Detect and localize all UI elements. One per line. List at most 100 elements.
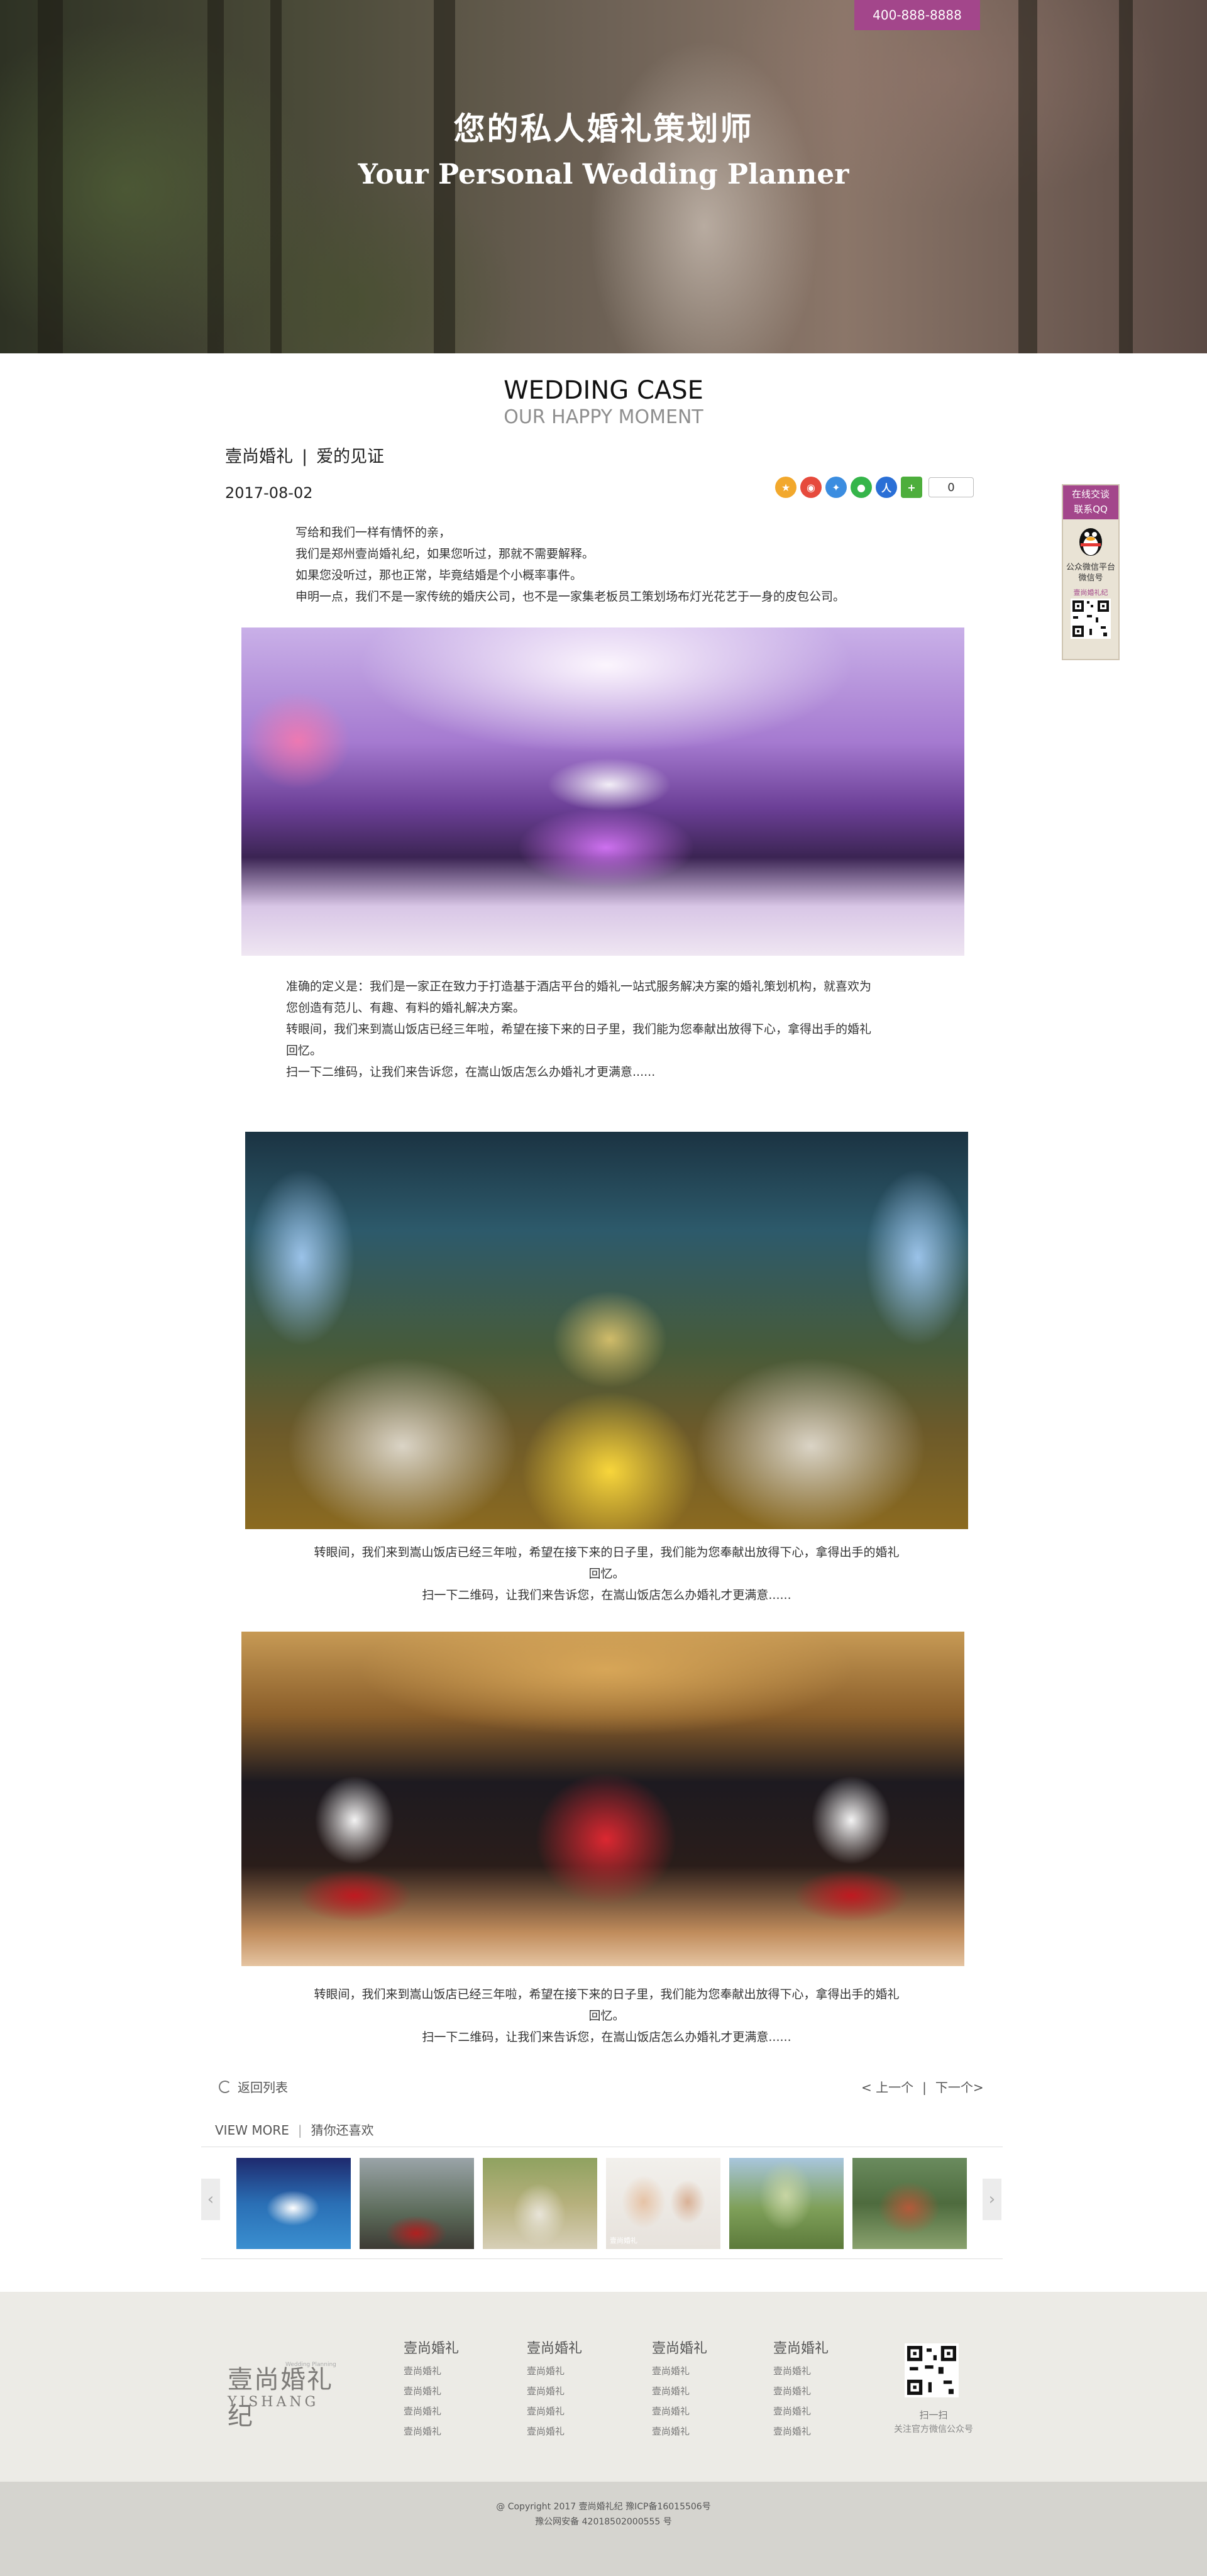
footer-qr-caption-2: 关注官方微信公众号: [894, 2424, 973, 2435]
breadcrumb-brand[interactable]: 壹尚婚礼: [225, 447, 293, 467]
pager: < 上一个 | 下一个>: [861, 2077, 984, 2096]
related-thumbnail[interactable]: 壹尚婚礼: [606, 2158, 720, 2249]
body-line: 准确的定义是：我们是一家正在致力于打造基于酒店平台的婚礼一站式服务解决方案的婚礼…: [286, 980, 872, 993]
photo-caption-2: 转眼间，我们来到嵩山饭店已经三年啦，希望在接下来的日子里，我们能为您奉献出放得下…: [295, 1542, 918, 1606]
intro-line: 我们是郑州壹尚婚礼纪，如果您听过，那就不需要解释。: [295, 547, 595, 561]
section-subtitle: OUR HAPPY MOMENT: [504, 406, 703, 428]
back-to-list-label: 返回列表: [238, 2080, 288, 2095]
footer-link[interactable]: 壹尚婚礼: [652, 2381, 740, 2401]
footer-column: 壹尚婚礼 壹尚婚礼 壹尚婚礼 壹尚婚礼 壹尚婚礼: [652, 2337, 740, 2441]
body-line: 扫一下二维码，让我们来告诉您，在嵩山饭店怎么办婚礼才更满意......: [286, 1065, 656, 1079]
caption-line: 转眼间，我们来到嵩山饭店已经三年啦，希望在接下来的日子里，我们能为您奉献出放得下…: [314, 1987, 900, 2001]
hero-title-cn: 您的私人婚礼策划师: [453, 110, 754, 147]
article-intro: 写给和我们一样有情怀的亲， 我们是郑州壹尚婚礼纪，如果您听过，那就不需要解释。 …: [295, 522, 924, 607]
related-separator: |: [297, 2123, 302, 2138]
hero-title-en: Your Personal Wedding Planner: [358, 158, 849, 191]
related-thumbnail[interactable]: [483, 2158, 597, 2249]
wechat-platform-label: 公众微信平台: [1066, 563, 1115, 572]
divider: [201, 2258, 1003, 2259]
footer-column-title[interactable]: 壹尚婚礼: [527, 2337, 615, 2357]
phone-badge[interactable]: 400-888-8888: [854, 0, 980, 30]
footer-logo[interactable]: 壹尚婚礼纪 Wedding Planning YISHANG: [228, 2359, 341, 2431]
footer-link[interactable]: 壹尚婚礼: [773, 2361, 861, 2381]
wedding-hall-photo-red: [241, 1632, 964, 1966]
article-body: 准确的定义是：我们是一家正在致力于打造基于酒店平台的婚礼一站式服务解决方案的婚礼…: [286, 976, 915, 1083]
footer-link[interactable]: 壹尚婚礼: [652, 2361, 740, 2381]
pager-separator: |: [922, 2080, 927, 2095]
footer-link[interactable]: 壹尚婚礼: [404, 2421, 492, 2441]
footer-column-title[interactable]: 壹尚婚礼: [773, 2337, 861, 2357]
related-thumbnail[interactable]: [360, 2158, 474, 2249]
footer-link[interactable]: 壹尚婚礼: [404, 2381, 492, 2401]
qzone-icon[interactable]: ★: [775, 477, 796, 498]
caption-line: 扫一下二维码，让我们来告诉您，在嵩山饭店怎么办婚礼才更满意......: [422, 2030, 791, 2044]
view-more-link[interactable]: VIEW MORE: [215, 2123, 289, 2138]
footer-column-title[interactable]: 壹尚婚礼: [652, 2337, 740, 2357]
section-title: WEDDING CASE: [504, 376, 703, 405]
weibo-icon[interactable]: ◉: [800, 477, 822, 498]
post-date: 2017-08-02: [225, 484, 313, 502]
footer-qr-code: [905, 2343, 959, 2397]
share-bar: ★ ◉ ✦ ● 人 + 0: [775, 477, 974, 498]
intro-line: 写给和我们一样有情怀的亲，: [295, 526, 451, 539]
share-count: 0: [929, 477, 974, 497]
prev-post-link[interactable]: < 上一个: [861, 2080, 913, 2095]
related-thumbnail[interactable]: [236, 2158, 351, 2249]
footer-link[interactable]: 壹尚婚礼: [652, 2401, 740, 2421]
intro-line: 如果您没听过，那也正常，毕竟结婚是个小概率事件。: [295, 568, 583, 582]
qq-penguin-icon[interactable]: [1077, 524, 1105, 557]
caption-line: 回忆。: [588, 1567, 625, 1581]
intro-line: 申明一点，我们不是一家传统的婚庆公司，也不是一家集老板员工策划场布灯光花艺于一身…: [295, 590, 846, 604]
next-post-link[interactable]: 下一个>: [935, 2080, 984, 2095]
footer-link[interactable]: 壹尚婚礼: [527, 2361, 615, 2381]
icp-record-text: 豫公网安备 42018502000555 号: [535, 2517, 672, 2527]
back-to-list-link[interactable]: 返回列表: [219, 2077, 288, 2096]
footer-link[interactable]: 壹尚婚礼: [773, 2421, 861, 2441]
tencent-weibo-icon[interactable]: ✦: [825, 477, 847, 498]
wechat-qr-code: [1071, 599, 1111, 639]
footer-qr-caption-1: 扫一扫: [919, 2409, 948, 2421]
copyright-text: @ Copyright 2017 壹尚婚礼纪 豫ICP备16015506号: [496, 2502, 711, 2512]
copyright-band: [0, 2482, 1207, 2576]
side-widget-header[interactable]: 在线交谈 联系QQ: [1063, 485, 1118, 519]
footer-link[interactable]: 壹尚婚礼: [773, 2381, 861, 2401]
side-widget-line-2: 联系QQ: [1074, 504, 1108, 515]
footer-link[interactable]: 壹尚婚礼: [773, 2401, 861, 2421]
related-thumbnail[interactable]: [729, 2158, 844, 2249]
footer-link[interactable]: 壹尚婚礼: [404, 2361, 492, 2381]
caption-line: 回忆。: [588, 2009, 625, 2023]
wechat-id-label: 微信号: [1078, 573, 1103, 583]
footer-link[interactable]: 壹尚婚礼: [527, 2421, 615, 2441]
body-line: 回忆。: [286, 1044, 322, 1058]
wedding-hall-photo-purple: [241, 627, 964, 956]
footer-column: 壹尚婚礼 壹尚婚礼 壹尚婚礼 壹尚婚礼 壹尚婚礼: [527, 2337, 615, 2441]
footer-link[interactable]: 壹尚婚礼: [527, 2401, 615, 2421]
thumbnail-watermark: 壹尚婚礼: [610, 2236, 637, 2245]
caption-line: 转眼间，我们来到嵩山饭店已经三年啦，希望在接下来的日子里，我们能为您奉献出放得下…: [314, 1545, 900, 1559]
footer-link[interactable]: 壹尚婚礼: [527, 2381, 615, 2401]
guess-you-like-label: 猜你还喜欢: [311, 2123, 374, 2138]
wedding-stage-photo-garden: [245, 1132, 968, 1529]
footer-column: 壹尚婚礼 壹尚婚礼 壹尚婚礼 壹尚婚礼 壹尚婚礼: [773, 2337, 861, 2441]
carousel-next-button[interactable]: ›: [983, 2179, 1001, 2220]
breadcrumb: 壹尚婚礼 | 爱的见证: [225, 443, 384, 467]
refresh-icon: [219, 2080, 231, 2093]
footer-link[interactable]: 壹尚婚礼: [652, 2421, 740, 2441]
related-thumbnail[interactable]: [852, 2158, 967, 2249]
photo-caption-3: 转眼间，我们来到嵩山饭店已经三年啦，希望在接下来的日子里，我们能为您奉献出放得下…: [295, 1984, 918, 2048]
caption-line: 扫一下二维码，让我们来告诉您，在嵩山饭店怎么办婚礼才更满意......: [422, 1588, 791, 1602]
footer-column-title[interactable]: 壹尚婚礼: [404, 2337, 492, 2357]
related-header: VIEW MORE | 猜你还喜欢: [215, 2120, 374, 2138]
breadcrumb-page[interactable]: 爱的见证: [316, 447, 384, 467]
renren-icon[interactable]: 人: [876, 477, 897, 498]
wechat-icon[interactable]: ●: [851, 477, 872, 498]
breadcrumb-separator: |: [302, 447, 308, 467]
footer-link[interactable]: 壹尚婚礼: [404, 2401, 492, 2421]
body-line: 转眼间，我们来到嵩山饭店已经三年啦，希望在接下来的日子里，我们能为您奉献出放得下…: [286, 1022, 872, 1036]
more-share-icon[interactable]: +: [901, 477, 922, 498]
side-contact-widget[interactable]: 在线交谈 联系QQ 公众微信平台 微信号 壹尚婚礼纪: [1062, 484, 1120, 660]
carousel-prev-button[interactable]: ‹: [201, 2179, 220, 2220]
side-widget-brand: 壹尚婚礼纪: [1073, 589, 1108, 597]
footer-logo-en: YISHANG: [228, 2394, 319, 2410]
footer-logo-tag: Wedding Planning: [285, 2362, 336, 2368]
